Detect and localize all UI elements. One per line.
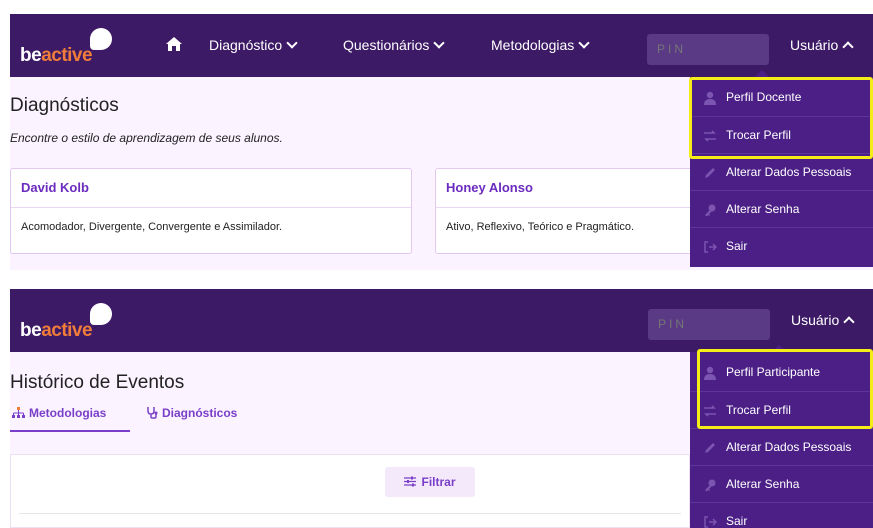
tab-metodologias[interactable]: Metodologias <box>12 406 106 420</box>
menu-sair[interactable]: Sair <box>690 502 873 528</box>
screen-historico-eventos: beactive Usuário Histórico de Eventos Me… <box>10 289 873 528</box>
home-icon[interactable] <box>165 36 183 52</box>
logo-bubble <box>90 28 112 50</box>
hierarchy-icon <box>12 407 25 418</box>
logout-icon <box>704 516 717 528</box>
page-title: Diagnósticos <box>10 95 119 116</box>
beactive-logo[interactable]: beactive <box>20 28 116 68</box>
card-david-kolb[interactable]: David Kolb Acomodador, Divergente, Conve… <box>10 168 412 254</box>
logout-icon <box>704 241 717 253</box>
top-navbar: beactive Diagnóstico Questionários Metod… <box>10 14 873 77</box>
key-icon <box>705 204 716 217</box>
divider <box>19 513 681 514</box>
card-description: Acomodador, Divergente, Convergente e As… <box>21 221 283 233</box>
nav-diagnostico[interactable]: Diagnóstico <box>209 14 298 77</box>
chevron-down-icon <box>433 37 446 49</box>
filter-panel: Filtrar <box>10 454 690 528</box>
menu-alterar-senha[interactable]: Alterar Senha <box>690 465 873 502</box>
user-menu-toggle[interactable]: Usuário <box>791 289 855 352</box>
page-title: Histórico de Eventos <box>10 372 185 393</box>
pin-input[interactable] <box>648 309 770 340</box>
top-navbar: beactive Usuário <box>10 289 873 352</box>
stethoscope-icon <box>147 407 158 419</box>
card-divider <box>436 207 704 208</box>
beactive-logo[interactable]: beactive <box>20 303 116 343</box>
pencil-icon <box>705 168 715 178</box>
card-title[interactable]: Honey Alonso <box>446 180 533 195</box>
pencil-icon <box>705 443 715 453</box>
card-description: Ativo, Reflexivo, Teórico e Pragmático. <box>446 221 635 233</box>
menu-sair[interactable]: Sair <box>690 227 873 264</box>
page-subtitle: Encontre o estilo de aprendizagem de seu… <box>10 131 283 145</box>
key-icon <box>705 479 716 492</box>
user-menu-toggle[interactable]: Usuário <box>790 14 854 77</box>
logo-bubble <box>90 303 112 325</box>
menu-alterar-senha[interactable]: Alterar Senha <box>690 190 873 227</box>
highlight-box <box>697 349 873 429</box>
chevron-up-icon <box>842 41 854 53</box>
screen-diagnosticos: beactive Diagnóstico Questionários Metod… <box>10 14 873 270</box>
nav-metodologias[interactable]: Metodologias <box>491 14 590 77</box>
filter-button[interactable]: Filtrar <box>385 467 475 497</box>
card-title[interactable]: David Kolb <box>21 180 89 195</box>
menu-alterar-dados[interactable]: Alterar Dados Pessoais <box>690 428 873 465</box>
highlight-box <box>689 77 873 159</box>
card-divider <box>11 207 411 208</box>
nav-questionarios[interactable]: Questionários <box>343 14 446 77</box>
pin-input[interactable] <box>647 34 769 65</box>
chevron-down-icon <box>578 37 590 49</box>
dropdown-arrow <box>755 70 769 77</box>
chevron-up-icon <box>843 316 855 328</box>
tab-diagnosticos[interactable]: Diagnósticos <box>146 406 237 420</box>
card-honey-alonso[interactable]: Honey Alonso Ativo, Reflexivo, Teórico e… <box>435 168 705 254</box>
sliders-icon <box>404 476 417 487</box>
chevron-down-icon <box>286 37 298 49</box>
active-tab-indicator <box>10 430 130 432</box>
